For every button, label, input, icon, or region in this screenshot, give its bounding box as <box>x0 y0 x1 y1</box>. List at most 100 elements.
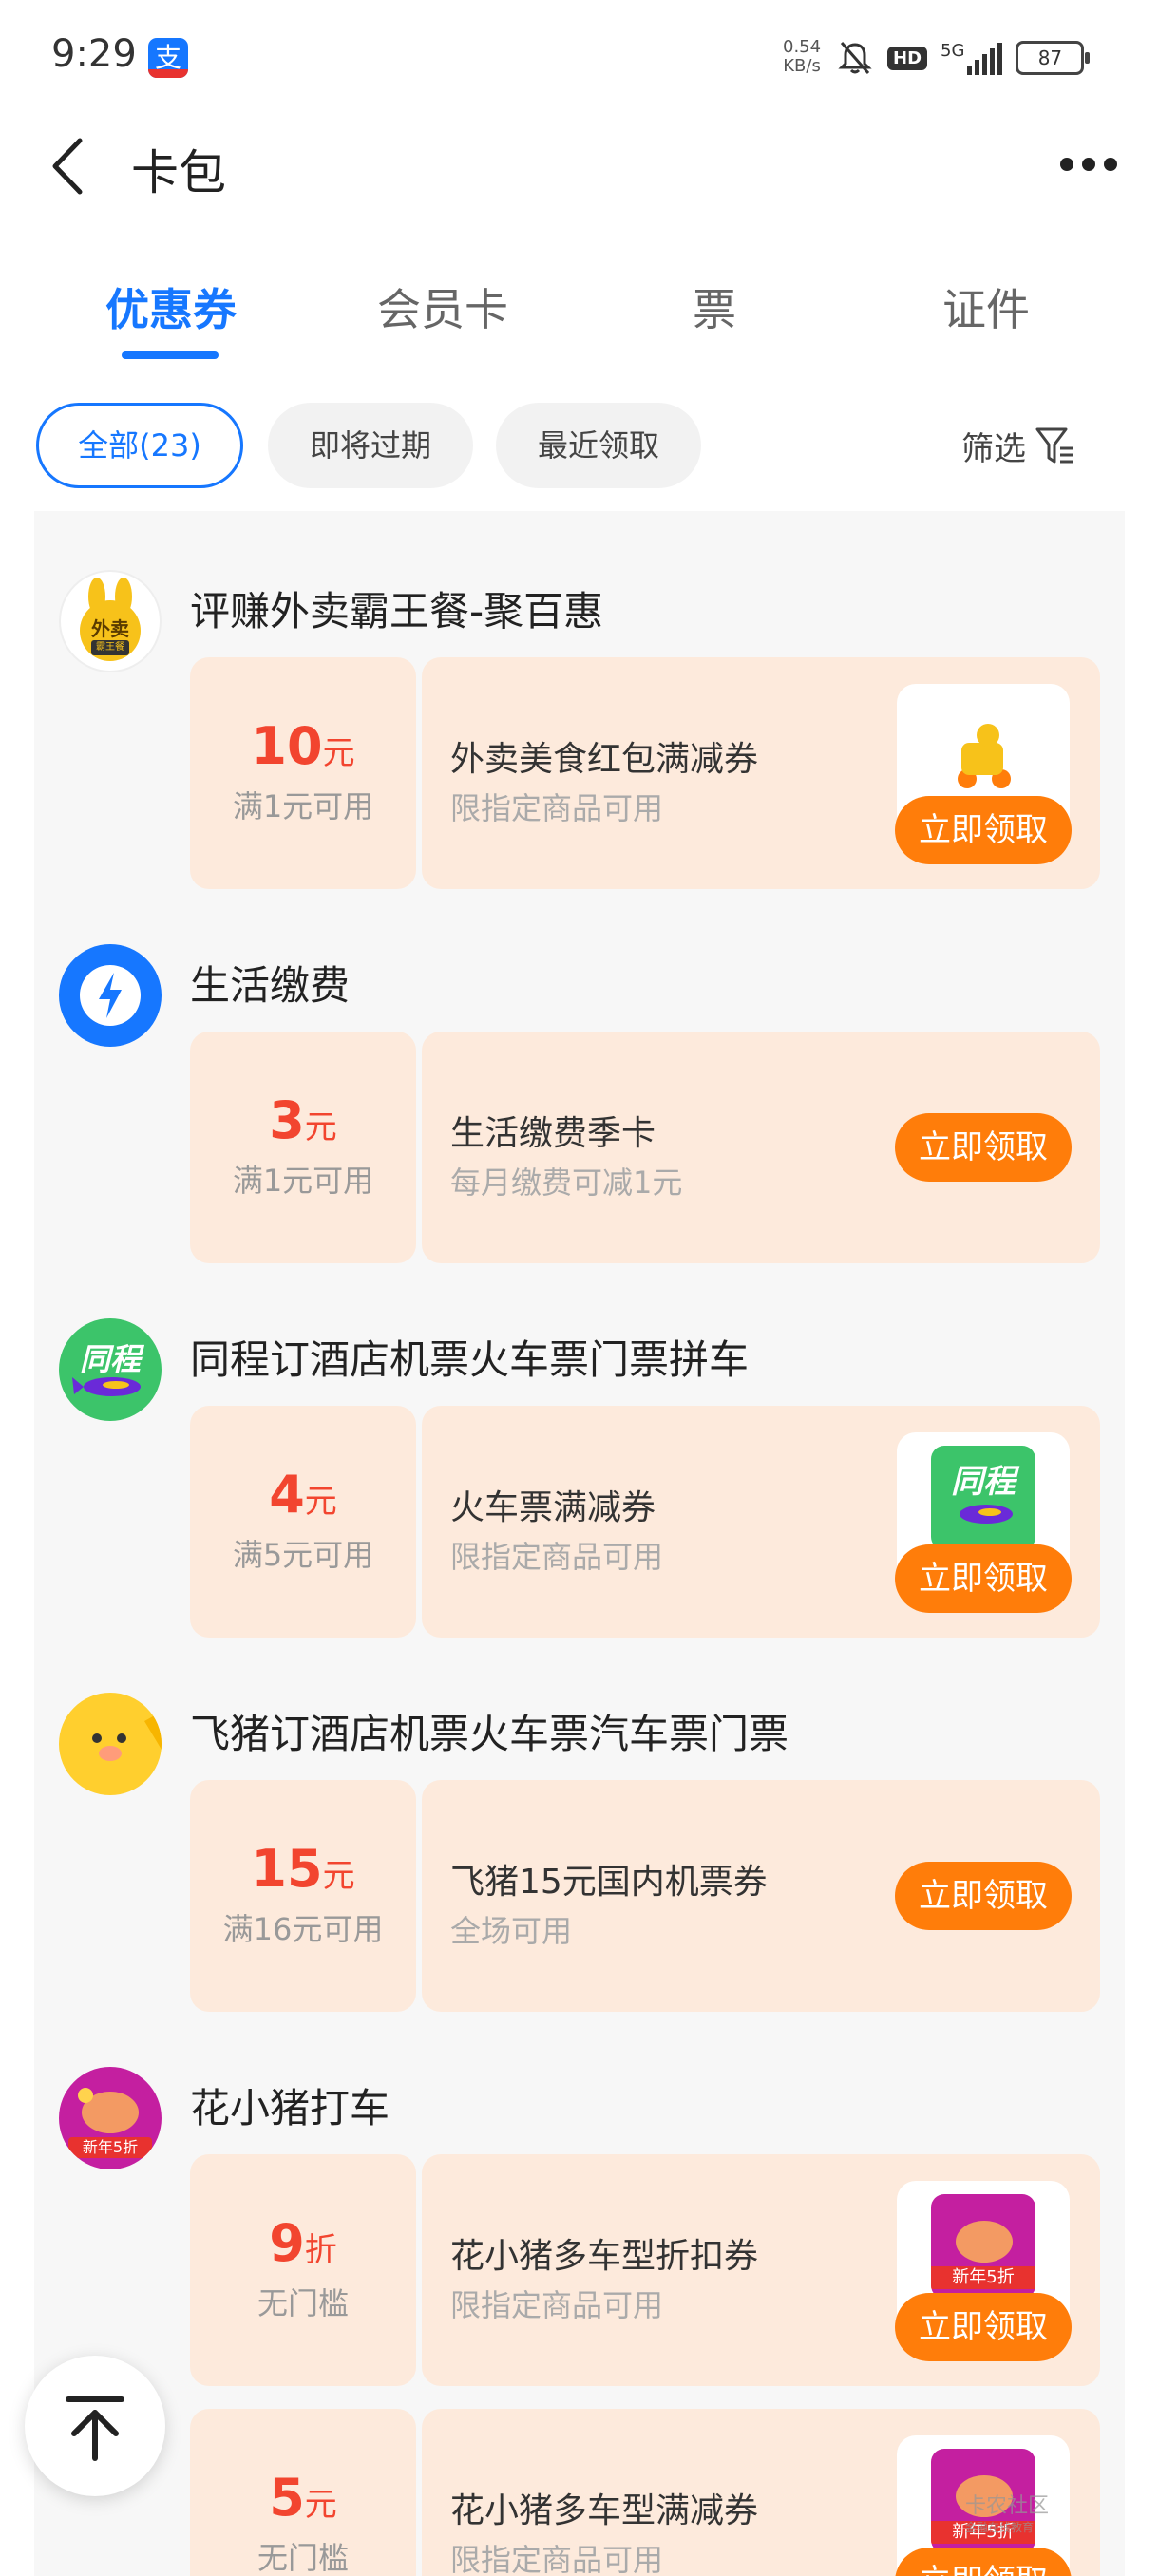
arrow-up-icon <box>66 2396 124 2461</box>
coupon-title: 飞猪15元国内机票券 <box>450 1863 768 1902</box>
coupon-condition: 满1元可用 <box>232 1163 374 1199</box>
coupon-info-panel: 火车票满减券 限指定商品可用 同程 立即领取 <box>422 1406 1100 1638</box>
coupon-amount: 9折 <box>190 2215 416 2279</box>
watermark: 卡农社区 金融在线教育 <box>965 2489 1098 2534</box>
more-dot <box>1060 158 1074 171</box>
amount-value: 5 <box>269 2468 305 2528</box>
amount-value: 10 <box>251 716 323 776</box>
signal-icon: 5G <box>940 41 1003 75</box>
filter-expiring-chip[interactable]: 即将过期 <box>268 403 473 488</box>
status-time: 9:29 <box>51 32 137 76</box>
coupon-info-panel: 飞猪15元国内机票券 全场可用 立即领取 <box>422 1780 1100 2012</box>
net-speed-value: 0.54 <box>783 37 822 57</box>
filter-button[interactable]: 筛选 <box>961 403 1077 488</box>
coupon-condition: 无门槛 <box>256 2540 349 2576</box>
network-type: 5G <box>940 41 965 61</box>
merchant-name: 飞猪订酒店机票火车票汽车票门票 <box>190 1711 789 1757</box>
filter-all-chip[interactable]: 全部(23) <box>36 403 243 488</box>
coupon-title: 生活缴费季卡 <box>450 1114 656 1153</box>
logo-text: 新年5折 <box>68 2137 152 2158</box>
coupon-condition: 无门槛 <box>256 2285 349 2321</box>
coupon-info-panel: 外卖美食红包满减券 限指定商品可用 立即领取 <box>422 657 1100 889</box>
coupon-value-panel: 3元 满1元可用 <box>190 1032 416 1263</box>
watermark-subtext: 金融在线教育 <box>965 2521 1035 2534</box>
coupon-card[interactable]: 15元 满16元可用 飞猪15元国内机票券 全场可用 立即领取 <box>190 1780 1100 2012</box>
amount-value: 9 <box>269 2213 305 2273</box>
net-speed: 0.54 KB/s <box>783 38 821 76</box>
amount-value: 3 <box>269 1090 305 1150</box>
merchant-name: 同程订酒店机票火车票门票拼车 <box>190 1336 750 1383</box>
coupon-subtitle: 全场可用 <box>450 1913 573 1949</box>
claim-button[interactable]: 立即领取 <box>895 1544 1072 1613</box>
chevron-left-icon <box>52 138 83 195</box>
claim-button[interactable]: 立即领取 <box>895 2293 1072 2361</box>
bell-mute-icon <box>838 42 872 74</box>
coupon-amount: 5元 <box>190 2470 416 2533</box>
fliggy-logo <box>59 1693 162 1795</box>
back-to-top-button[interactable] <box>25 2356 165 2496</box>
coupon-card[interactable]: 9折 无门槛 花小猪多车型折扣券 限指定商品可用 新年5折 立即领取 <box>190 2154 1100 2386</box>
coupon-info-panel: 花小猪多车型折扣券 限指定商品可用 新年5折 立即领取 <box>422 2154 1100 2386</box>
coupon-card[interactable]: 3元 满1元可用 生活缴费季卡 每月缴费可减1元 立即领取 <box>190 1032 1100 1263</box>
battery-icon: 87 <box>1016 41 1091 75</box>
amount-unit: 元 <box>322 734 355 772</box>
coupon-subtitle: 限指定商品可用 <box>450 1539 664 1575</box>
coupon-list: 外卖 霸王餐 评赚外卖霸王餐-聚百惠 10元 满1元可用 外卖美食红包满减券 限… <box>34 511 1125 2576</box>
filter-label: 筛选 <box>961 429 1026 468</box>
amount-unit: 元 <box>304 1108 337 1146</box>
status-icons: HD 5G 87 <box>836 34 1091 82</box>
coupon-card[interactable]: 4元 满5元可用 火车票满减券 限指定商品可用 同程 立即领取 <box>190 1406 1100 1638</box>
coupon-info-panel: 生活缴费季卡 每月缴费可减1元 立即领取 <box>422 1032 1100 1263</box>
coupon-amount: 15元 <box>190 1841 416 1904</box>
waimai-logo: 外卖 霸王餐 <box>59 570 162 672</box>
coupon-amount: 4元 <box>190 1467 416 1530</box>
tab-member-cards[interactable]: 会员卡 <box>319 275 566 338</box>
claim-button[interactable]: 立即领取 <box>895 1862 1072 1930</box>
coupon-subtitle: 每月缴费可减1元 <box>450 1165 683 1201</box>
active-tab-indicator <box>122 351 218 359</box>
thumb-text: 新年5折 <box>931 2266 1036 2289</box>
huaxiaozhu-logo: 新年5折 <box>59 2067 162 2169</box>
merchant-name: 花小猪打车 <box>190 2085 390 2131</box>
hd-badge: HD <box>887 46 928 70</box>
coupon-title: 火车票满减券 <box>450 1488 656 1527</box>
whale-icon <box>960 1505 1013 1524</box>
coupon-condition: 满16元可用 <box>222 1911 384 1947</box>
coupon-title: 外卖美食红包满减券 <box>450 740 759 779</box>
claim-button[interactable]: 立即领取 <box>895 796 1072 864</box>
coupon-value-panel: 15元 满16元可用 <box>190 1780 416 2012</box>
tab-coupons[interactable]: 优惠券 <box>48 275 294 338</box>
logo-subtext: 霸王餐 <box>91 640 129 655</box>
coupon-value-panel: 4元 满5元可用 <box>190 1406 416 1638</box>
tab-tickets[interactable]: 票 <box>591 275 838 338</box>
coupon-title: 花小猪多车型折扣券 <box>450 2237 759 2276</box>
status-bar: 9:29 支 0.54 KB/s HD 5G 87 <box>0 0 1159 114</box>
coupon-subtitle: 限指定商品可用 <box>450 2287 664 2323</box>
tongcheng-logo: 同程 <box>59 1318 162 1421</box>
coupon-title: 花小猪多车型满减券 <box>450 2491 759 2530</box>
tab-documents[interactable]: 证件 <box>863 275 1110 338</box>
coupon-condition: 满1元可用 <box>232 788 374 824</box>
app-header: 卡包 <box>0 114 1159 218</box>
net-speed-unit: KB/s <box>783 56 821 76</box>
amount-value: 4 <box>269 1465 305 1525</box>
coupon-card[interactable]: 5元 无门槛 花小猪多车型满减券 限指定商品可用 新年5折 立即领取 <box>190 2409 1100 2576</box>
coupon-condition: 满5元可用 <box>232 1537 374 1573</box>
amount-value: 15 <box>251 1839 323 1899</box>
claim-button[interactable]: 立即领取 <box>895 1113 1072 1182</box>
page-title: 卡包 <box>131 145 226 200</box>
more-dot <box>1082 158 1095 171</box>
filter-funnel-icon <box>1036 427 1074 464</box>
merchant-name: 评赚外卖霸王餐-聚百惠 <box>190 588 604 635</box>
lightning-icon <box>80 965 141 1026</box>
amount-unit: 元 <box>322 1857 355 1895</box>
filter-recent-chip[interactable]: 最近领取 <box>496 403 701 488</box>
coupon-card[interactable]: 10元 满1元可用 外卖美食红包满减券 限指定商品可用 立即领取 <box>190 657 1100 889</box>
back-button[interactable] <box>44 133 101 199</box>
coupon-value-panel: 5元 无门槛 <box>190 2409 416 2576</box>
amount-unit: 元 <box>304 1483 337 1521</box>
more-button[interactable] <box>1060 158 1117 177</box>
logo-text: 外卖 <box>91 617 129 640</box>
whale-icon <box>72 1377 141 1396</box>
claim-button[interactable]: 立即领取 <box>895 2548 1072 2576</box>
